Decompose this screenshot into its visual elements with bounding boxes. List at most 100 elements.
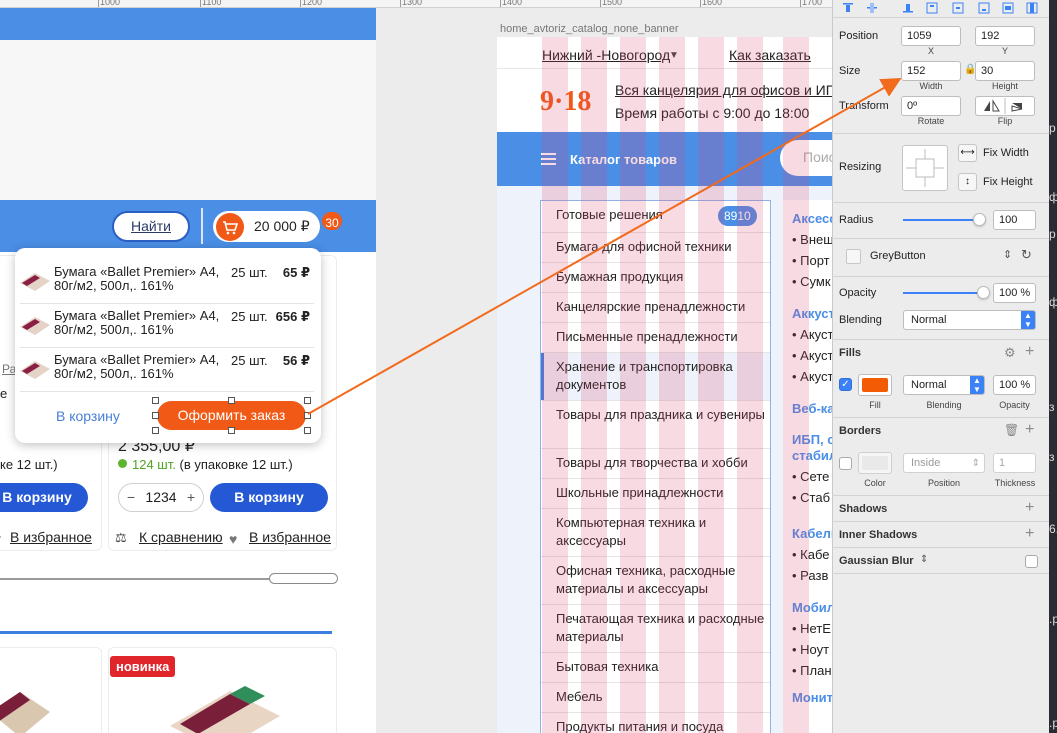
stepper-value[interactable]: 1234 xyxy=(141,489,181,505)
subcategory-item[interactable]: • Акуст xyxy=(792,327,833,342)
compare-scales-icon[interactable]: ⚖ xyxy=(115,530,127,546)
selection-handle[interactable] xyxy=(228,427,235,434)
border-position-select[interactable]: Inside ⇕ xyxy=(903,453,985,473)
category-item[interactable]: Мебель xyxy=(556,688,766,706)
subcategory-item[interactable]: • Порт xyxy=(792,253,830,268)
distribute-icon[interactable] xyxy=(952,2,964,14)
subcategory-heading[interactable]: Аккуст xyxy=(792,306,835,321)
favorite-link[interactable]: В избранное xyxy=(10,529,92,545)
hamburger-menu-icon[interactable] xyxy=(541,153,556,165)
site-tagline[interactable]: Вся канцелярия для офисов и ИП xyxy=(615,82,836,98)
category-item[interactable]: Компьютерная техника и аксессуары xyxy=(556,514,766,550)
subcategory-item[interactable]: • Сете xyxy=(792,469,829,484)
catalog-menu-button[interactable]: Каталог товаров xyxy=(570,152,677,167)
subcategory-item[interactable]: • Внеш xyxy=(792,232,834,247)
add-shadow-icon[interactable]: + xyxy=(1025,500,1034,516)
category-item[interactable]: Товары для праздника и сувениры xyxy=(556,406,766,424)
stepper-minus-button[interactable]: − xyxy=(124,489,138,505)
fill-enabled-checkbox[interactable]: ✓ xyxy=(839,378,852,391)
radius-slider-knob[interactable] xyxy=(973,213,986,226)
blending-select[interactable]: Normal ▲ ▼ xyxy=(903,310,1036,330)
selection-handle[interactable] xyxy=(304,397,311,404)
selection-handle[interactable] xyxy=(228,397,235,404)
gear-icon[interactable]: ⚙ xyxy=(1004,345,1016,361)
selection-handle[interactable] xyxy=(152,427,159,434)
trash-icon[interactable]: 🗑 xyxy=(1004,423,1019,437)
add-border-icon[interactable]: + xyxy=(1025,422,1034,438)
subcategory-item[interactable]: • Акуст xyxy=(792,348,833,363)
width-field[interactable]: 152 xyxy=(901,61,961,81)
category-item[interactable]: Бумага для офисной техники xyxy=(556,238,766,256)
gaussian-blur-title[interactable]: Gaussian Blur xyxy=(839,555,914,567)
category-item[interactable]: Школьные принадлежности xyxy=(556,484,766,502)
subcategory-item[interactable]: • Кабе xyxy=(792,547,830,562)
artboard-name[interactable]: home_avtoriz_catalog_none_banner xyxy=(500,23,679,35)
subcategory-item[interactable]: • Акуст xyxy=(792,369,833,384)
align-middle-icon[interactable] xyxy=(866,2,878,14)
position-x-field[interactable]: 1059 xyxy=(901,26,961,46)
subcategory-item[interactable]: • План xyxy=(792,663,832,678)
align-top-icon[interactable] xyxy=(842,2,854,14)
sync-style-icon[interactable]: ↻ xyxy=(1021,247,1032,263)
border-thickness-field[interactable]: 1 xyxy=(993,453,1036,473)
compare-link[interactable]: К сравнению xyxy=(139,529,223,545)
how-to-order-link[interactable]: Как заказать xyxy=(729,47,811,63)
blur-type-arrows-icon[interactable]: ⇕ xyxy=(920,554,928,565)
opacity-slider[interactable] xyxy=(903,292,983,294)
checkout-button[interactable]: Оформить заказ xyxy=(157,401,306,430)
distribute-icon[interactable] xyxy=(926,2,938,14)
distribute-icon[interactable] xyxy=(1002,2,1014,14)
subcategory-heading[interactable]: ИБП, с xyxy=(792,432,835,447)
flip-control[interactable] xyxy=(975,96,1035,116)
add-inner-shadow-icon[interactable]: + xyxy=(1025,526,1034,542)
fix-width-label[interactable]: Fix Width xyxy=(983,147,1029,159)
category-item[interactable]: Товары для творчества и хобби xyxy=(556,454,766,472)
selection-handle[interactable] xyxy=(152,397,159,404)
position-y-field[interactable]: 192 xyxy=(975,26,1035,46)
heart-icon[interactable]: ♥ xyxy=(0,531,1,545)
category-item[interactable]: Бумажная продукция xyxy=(556,268,766,286)
border-color-well[interactable] xyxy=(858,452,892,474)
border-enabled-checkbox[interactable] xyxy=(839,457,852,470)
radius-field[interactable]: 100 xyxy=(993,210,1036,230)
opacity-field[interactable]: 100 % xyxy=(993,283,1036,303)
city-selector[interactable]: Нижний -Новогород xyxy=(542,47,670,63)
subcategory-heading[interactable]: Аксесс xyxy=(792,211,836,226)
cart-icon[interactable] xyxy=(216,213,244,241)
carousel-scroll-thumb[interactable] xyxy=(269,573,338,584)
favorite-link[interactable]: В избранное xyxy=(249,529,331,545)
category-item[interactable]: Письменные пренадлежности xyxy=(556,328,766,346)
subcategory-heading[interactable]: Мобил xyxy=(792,600,835,615)
fix-height-label[interactable]: Fix Height xyxy=(983,176,1033,188)
distribute-icon[interactable] xyxy=(978,2,990,14)
blur-enabled-checkbox[interactable] xyxy=(1025,555,1038,568)
subcategory-item[interactable]: • Сумк xyxy=(792,274,831,289)
category-item[interactable]: Канцелярские пренадлежности xyxy=(556,298,766,316)
fill-opacity-field[interactable]: 100 % xyxy=(993,375,1036,395)
fill-blending-select[interactable]: Normal ▲ ▼ xyxy=(903,375,985,395)
category-item[interactable]: Офисная техника, расходные материалы и а… xyxy=(556,562,766,598)
subcategory-item[interactable]: • Стаб xyxy=(792,490,830,505)
popup-to-cart-link[interactable]: В корзину xyxy=(56,408,120,424)
subcategory-heading[interactable]: стабил xyxy=(792,448,837,463)
align-bottom-icon[interactable] xyxy=(902,2,914,14)
subcategory-heading[interactable]: Монит xyxy=(792,690,833,705)
distribute-icon[interactable] xyxy=(1026,2,1038,14)
caret-down-icon[interactable]: ▼ xyxy=(669,50,679,61)
resizing-constraints-widget[interactable] xyxy=(902,145,948,191)
carousel-scroll-track[interactable] xyxy=(0,578,270,580)
subcategory-item[interactable]: • НетЕ xyxy=(792,621,831,636)
add-to-cart-button[interactable]: В корзину xyxy=(0,483,88,512)
category-item[interactable]: Бытовая техника xyxy=(556,658,766,676)
radius-slider[interactable] xyxy=(903,219,983,221)
category-item[interactable]: Продукты питания и посуда xyxy=(556,718,766,733)
stepper-plus-button[interactable]: + xyxy=(184,489,198,505)
fix-height-icon[interactable]: ↕ xyxy=(958,173,977,191)
fix-width-icon[interactable]: ⟷ xyxy=(958,144,977,162)
rotate-field[interactable]: 0º xyxy=(901,96,961,116)
add-to-cart-button[interactable]: В корзину xyxy=(210,483,328,512)
subcategory-item[interactable]: • Разв xyxy=(792,568,828,583)
category-item-active[interactable]: Хранение и транспортировка документов xyxy=(556,358,766,394)
selection-handle[interactable] xyxy=(152,412,159,419)
find-button[interactable]: Найти xyxy=(112,211,190,242)
